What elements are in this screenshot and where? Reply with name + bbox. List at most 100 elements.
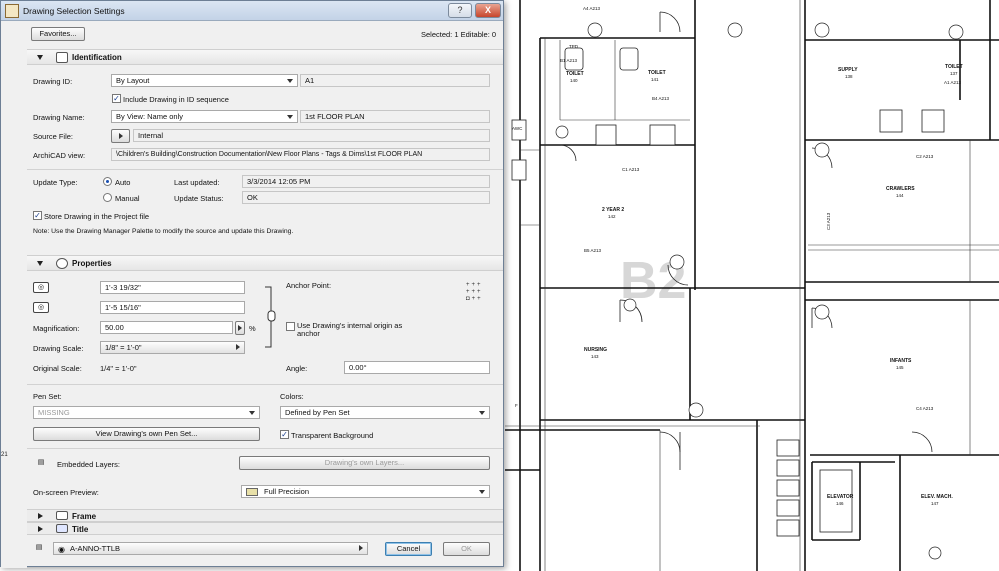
drawing-id-mode-value: By Layout: [116, 76, 150, 85]
room-name: NURSING: [584, 347, 607, 353]
anchor-point-grid[interactable]: +++ +++ ◘++: [466, 282, 490, 306]
drawing-manager-note: Note: Use the Drawing Manager Palette to…: [33, 228, 294, 235]
store-drawing-checkbox[interactable]: ✓: [33, 211, 42, 220]
drawing-name-label: Drawing Name:: [33, 113, 85, 122]
drawing-id-field[interactable]: A1: [300, 74, 490, 87]
section-tag: B1 A213: [560, 58, 578, 63]
help-button[interactable]: ?: [448, 3, 472, 18]
drawing-scale-select[interactable]: 1/8" = 1'-0": [100, 341, 245, 354]
divider: [27, 169, 503, 170]
drawing-id-label: Drawing ID:: [33, 77, 73, 86]
edge-mark: 21: [1, 452, 8, 458]
source-file-browse-button[interactable]: [111, 129, 130, 143]
expand-triangle-icon: [37, 261, 43, 266]
internal-origin-label: Use Drawing's internal origin as anchor: [297, 321, 403, 338]
room-name: TOILET: [648, 70, 666, 76]
drawing-selection-settings-dialog: Drawing Selection Settings ? X 21 Favori…: [0, 0, 504, 568]
dialog-left-strip: 21: [1, 21, 27, 568]
archicad-view-path: \Children's Building\Construction Docume…: [111, 148, 490, 161]
section-tag: C2 A213: [916, 154, 934, 159]
include-in-sequence-checkbox[interactable]: ✓: [112, 94, 121, 103]
transparent-background-checkbox[interactable]: ✓: [280, 430, 289, 439]
section-tag: C1 A213: [622, 167, 640, 172]
title-bar[interactable]: Drawing Selection Settings ? X: [1, 1, 503, 21]
drawing-scale-value: 1/8" = 1'-0": [105, 343, 142, 352]
last-updated-label: Last updated:: [174, 178, 220, 187]
last-updated-value: 3/3/2014 12:05 PM: [242, 175, 490, 188]
colors-value: Defined by Pen Set: [285, 408, 350, 417]
ok-button[interactable]: OK: [443, 542, 490, 556]
properties-section-header[interactable]: Properties: [27, 255, 503, 271]
chevron-down-icon: [479, 411, 485, 415]
collapsed-triangle-icon: [38, 513, 43, 519]
title-icon: [56, 524, 68, 533]
chevron-down-icon: [479, 490, 485, 494]
chevron-right-icon: [118, 133, 123, 139]
title-section-header[interactable]: Title: [27, 522, 503, 535]
internal-origin-checkbox[interactable]: [286, 322, 295, 331]
angle-field[interactable]: 0.00°: [344, 361, 490, 374]
room-name: 2 YEAR 2: [602, 207, 624, 213]
room-name: TOILET: [945, 64, 963, 70]
archicad-view-label: ArchiCAD view:: [33, 151, 86, 160]
anchor-point-label: Anchor Point:: [286, 281, 332, 290]
chevron-right-icon: [236, 344, 240, 350]
section-tag: B4 A213: [652, 96, 670, 101]
frame-section-header[interactable]: Frame: [27, 509, 503, 522]
drawing-scale-label: Drawing Scale:: [33, 344, 84, 353]
chevron-down-icon: [287, 79, 293, 83]
update-manual-radio[interactable]: [103, 193, 112, 202]
cancel-button[interactable]: Cancel: [385, 542, 432, 556]
drawing-id-mode-select[interactable]: By Layout: [111, 74, 298, 87]
magnification-label: Magnification:: [33, 324, 80, 333]
source-file-field: Internal: [133, 129, 490, 142]
pen-set-label: Pen Set:: [33, 392, 62, 401]
view-pen-set-button[interactable]: View Drawing's own Pen Set...: [33, 427, 260, 441]
colors-label: Colors:: [280, 392, 304, 401]
drawing-name-mode-value: By View: Name only: [116, 112, 183, 121]
section-tag: A1 A213: [944, 80, 962, 85]
magnification-field[interactable]: 50.00: [100, 321, 233, 334]
drawing-width-field[interactable]: 1'-3 19/32": [100, 281, 245, 294]
on-screen-preview-value: Full Precision: [264, 487, 310, 496]
chevron-right-icon: [359, 545, 363, 551]
drawing-name-field[interactable]: 1st FLOOR PLAN: [300, 110, 490, 123]
on-screen-preview-select[interactable]: Full Precision: [241, 485, 490, 498]
on-screen-preview-label: On-screen Preview:: [33, 488, 99, 497]
update-auto-radio[interactable]: [103, 177, 112, 186]
layers-icon: ▤: [37, 459, 45, 466]
embedded-layers-label: Embedded Layers:: [57, 460, 120, 469]
layer-select[interactable]: ◉ A-ANNO-TTLB: [53, 542, 368, 555]
room-number: 144: [896, 193, 904, 198]
room-name: ELEVATOR: [827, 494, 854, 500]
identification-title: Identification: [72, 53, 122, 62]
room-number: 142: [608, 214, 616, 219]
drawing-name-mode-select[interactable]: By View: Name only: [111, 110, 298, 123]
identification-section-header[interactable]: Identification: [27, 49, 503, 65]
favorites-button[interactable]: Favorites...: [31, 27, 85, 41]
room-number: 147: [931, 501, 939, 506]
magnification-menu-button[interactable]: [235, 321, 245, 335]
room-number: 143: [591, 354, 599, 359]
close-button[interactable]: X: [475, 3, 501, 18]
eye-icon: ◉: [58, 545, 65, 554]
room-number: 145: [896, 365, 904, 370]
own-layers-button[interactable]: Drawing's own Layers...: [239, 456, 490, 470]
colors-select[interactable]: Defined by Pen Set: [280, 406, 490, 419]
proportion-link-icon[interactable]: [263, 285, 277, 349]
frame-icon: [56, 511, 68, 520]
update-type-label: Update Type:: [33, 178, 78, 187]
room-name: TOILET: [566, 71, 584, 77]
section-tag: B5 A213: [584, 248, 602, 253]
height-icon: ◎: [33, 302, 49, 313]
divider: [27, 448, 503, 449]
transparent-background-label: Transparent Background: [291, 431, 374, 440]
drawing-height-field[interactable]: 1'-5 15/16": [100, 301, 245, 314]
title-section-title: Title: [72, 525, 89, 534]
update-manual-label: Manual: [115, 194, 140, 203]
store-drawing-label: Store Drawing in the Project file: [44, 212, 150, 221]
chevron-right-icon: [238, 325, 242, 331]
section-tag: A4 A213: [583, 6, 601, 11]
pen-set-select[interactable]: MISSING: [33, 406, 260, 419]
identification-icon: [56, 52, 68, 63]
